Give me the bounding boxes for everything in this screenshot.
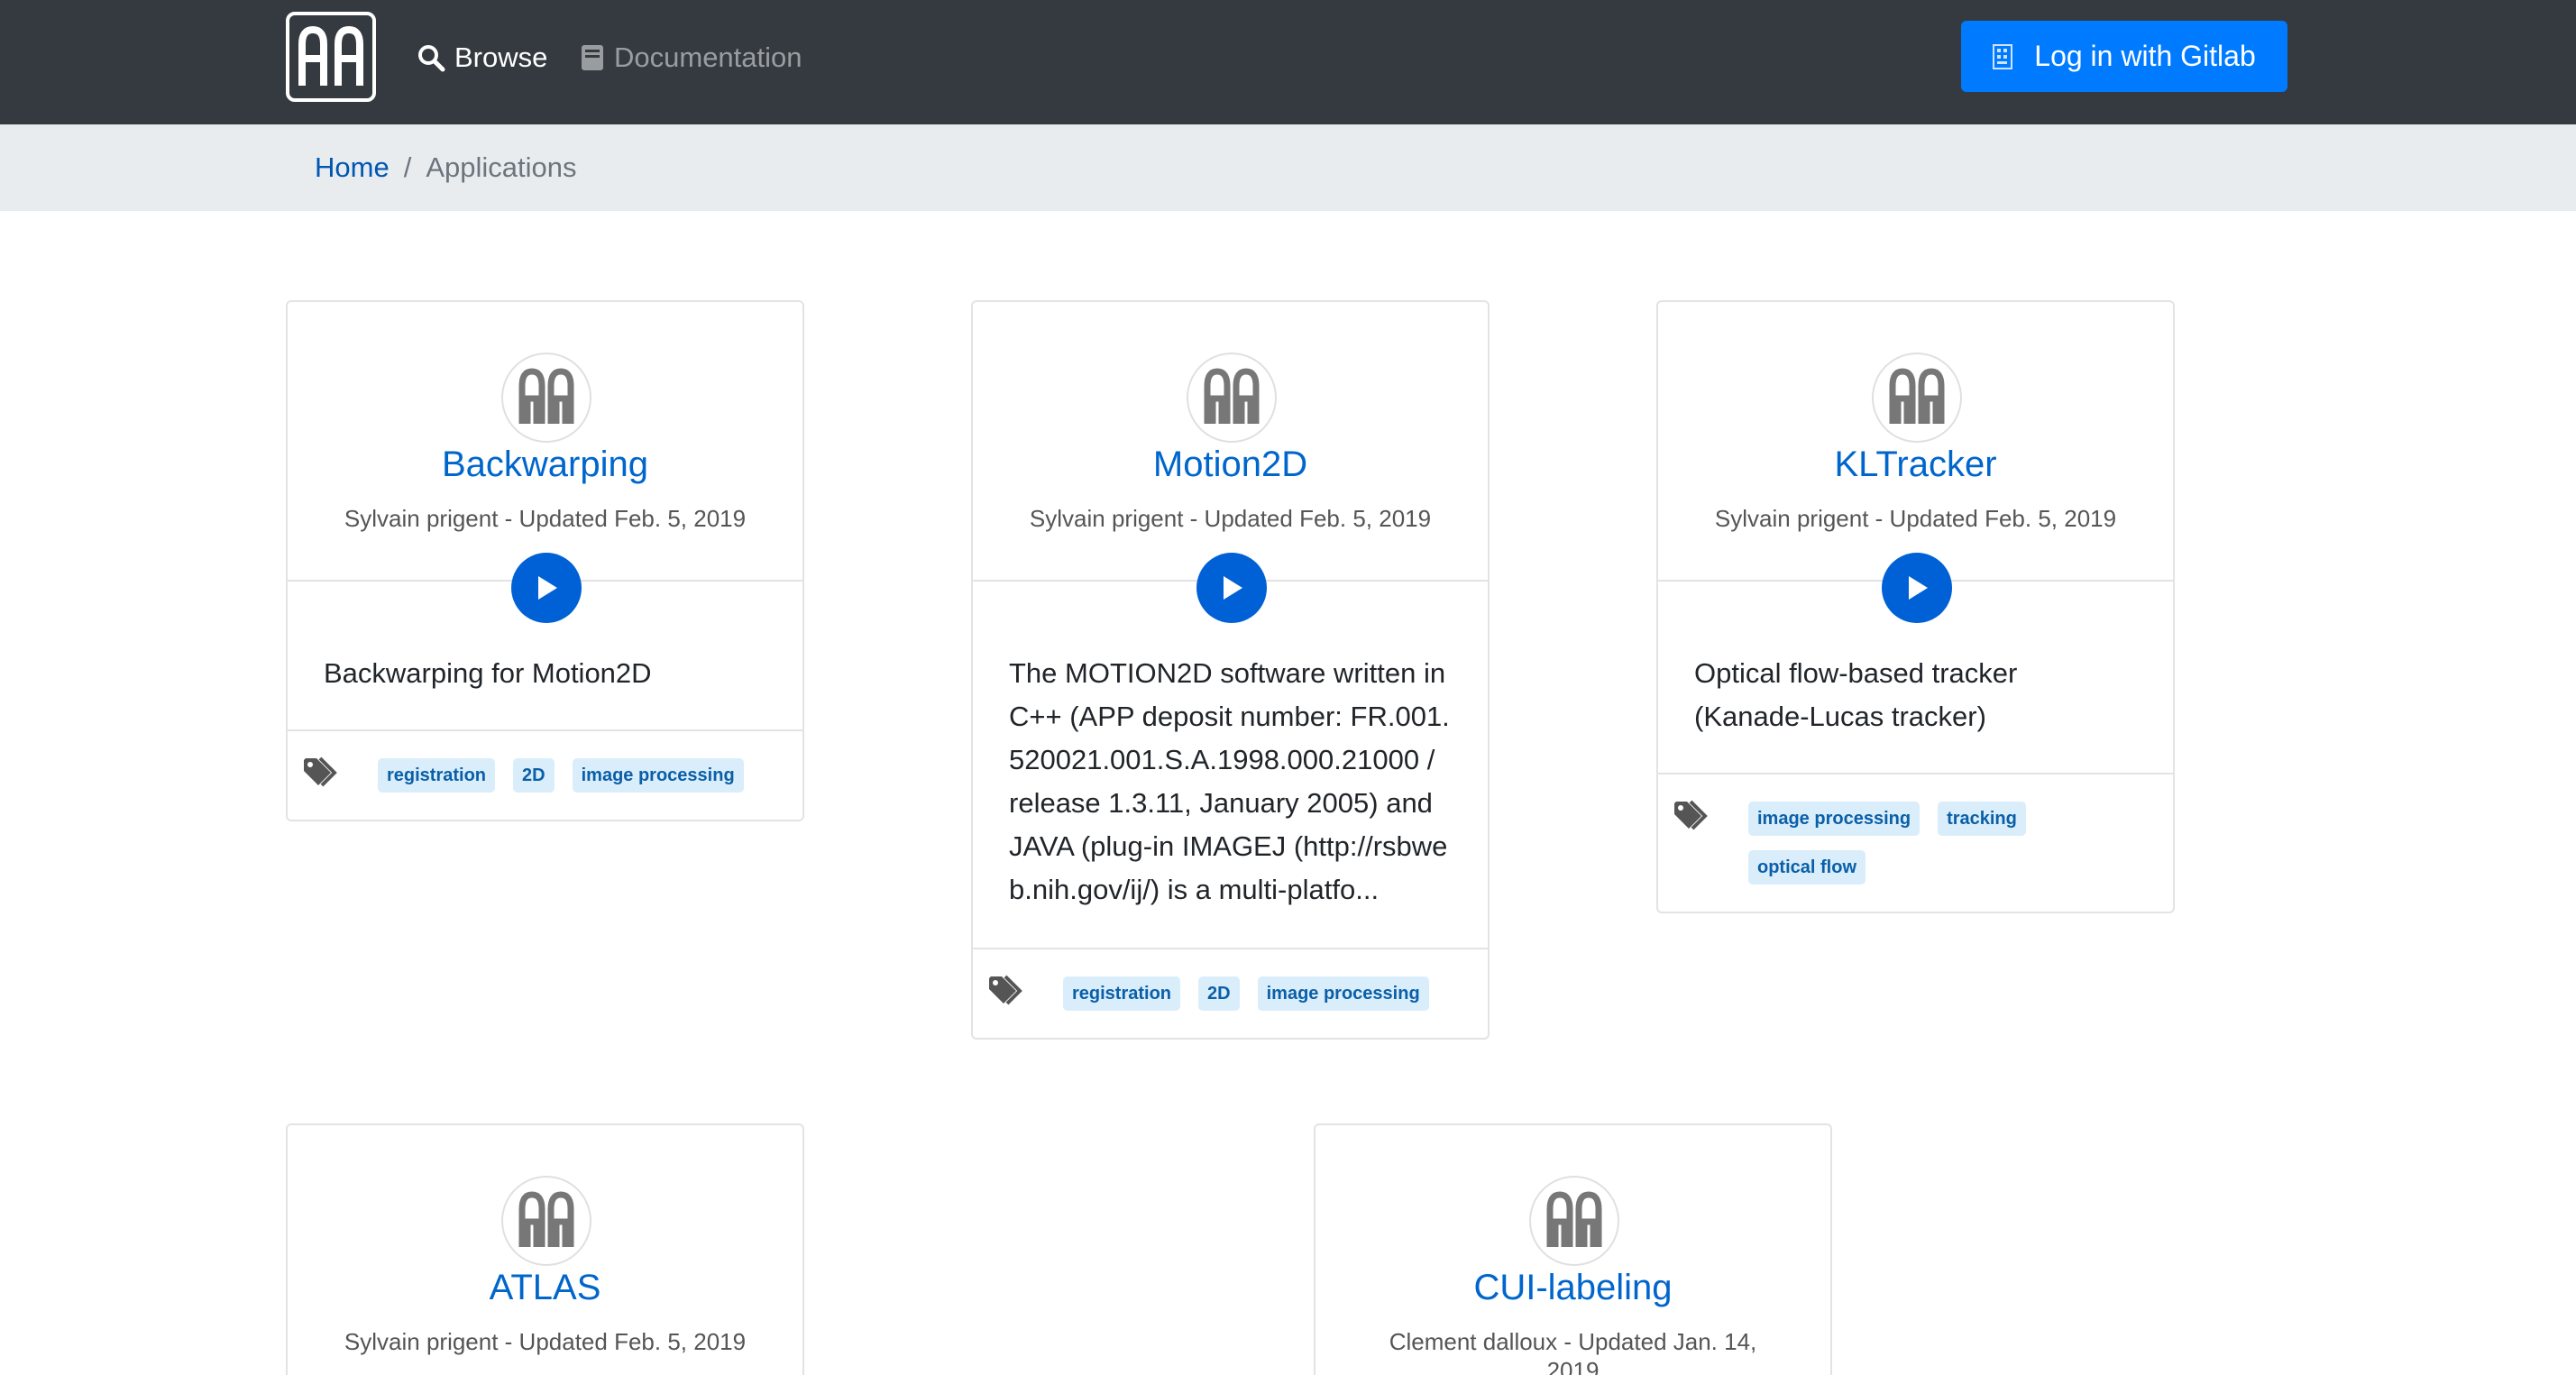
tag[interactable]: image processing <box>572 758 744 793</box>
app-avatar <box>1872 353 1962 443</box>
app-meta: Sylvain prigent - Updated Feb. 5, 2019 <box>1029 505 1432 532</box>
play-icon <box>1909 576 1928 600</box>
app-avatar <box>501 1176 591 1266</box>
card-footer: registration 2D image processing <box>288 729 802 820</box>
aa-logo-icon <box>1545 1189 1604 1252</box>
card-header: Backwarping Sylvain prigent - Updated Fe… <box>288 302 802 623</box>
aa-logo-icon <box>517 366 576 429</box>
brand-logo[interactable] <box>286 12 376 102</box>
search-icon <box>418 45 445 72</box>
play-icon <box>1224 576 1242 600</box>
run-app-button[interactable] <box>1882 553 1952 623</box>
app-card-atlas: ATLAS Sylvain prigent - Updated Feb. 5, … <box>286 1123 804 1375</box>
app-meta: Sylvain prigent - Updated Feb. 5, 2019 <box>344 505 747 532</box>
tag[interactable]: registration <box>378 758 496 793</box>
card-header: ATLAS Sylvain prigent - Updated Feb. 5, … <box>288 1125 802 1375</box>
app-card-cui-labeling: CUI-labeling Clement dalloux - Updated J… <box>1314 1123 1832 1375</box>
app-title[interactable]: CUI-labeling <box>1316 1268 1830 1308</box>
breadcrumb-current: Applications <box>426 151 577 183</box>
tag[interactable]: optical flow <box>1748 850 1866 885</box>
card-header: KLTracker Sylvain prigent - Updated Feb.… <box>1658 302 2173 623</box>
app-card-kltracker: KLTracker Sylvain prigent - Updated Feb.… <box>1656 300 2175 913</box>
breadcrumb-home[interactable]: Home <box>315 151 390 184</box>
tag[interactable]: tracking <box>1938 802 2026 836</box>
navbar: Browse Documentation Log in with Gitlab <box>0 0 2576 124</box>
card-footer: image processing tracking optical flow <box>1658 773 2173 912</box>
play-icon <box>538 576 557 600</box>
app-title[interactable]: Backwarping <box>288 445 802 485</box>
app-meta: Clement dalloux - Updated Jan. 14, 2019 <box>1389 1328 1757 1375</box>
breadcrumb-separator: / <box>403 151 412 183</box>
card-footer: registration 2D image processing <box>973 948 1488 1038</box>
tags-icon <box>304 756 337 787</box>
tag-list: image processing tracking optical flow <box>1748 796 2091 894</box>
run-app-button[interactable] <box>511 553 582 623</box>
nav-documentation[interactable]: Documentation <box>580 36 802 79</box>
tag[interactable]: registration <box>1063 976 1181 1011</box>
login-gitlab-button[interactable]: Log in with Gitlab <box>1961 21 2287 92</box>
app-card-motion2d: Motion2D Sylvain prigent - Updated Feb. … <box>971 300 1490 1040</box>
app-card-backwarping: Backwarping Sylvain prigent - Updated Fe… <box>286 300 804 821</box>
nav-browse-label: Browse <box>454 41 548 73</box>
nav-browse[interactable]: Browse <box>417 36 547 79</box>
app-title[interactable]: ATLAS <box>288 1268 802 1308</box>
aa-logo-icon <box>298 25 363 86</box>
aa-logo-icon <box>1887 366 1947 429</box>
aa-logo-icon <box>517 1189 576 1252</box>
card-header: Motion2D Sylvain prigent - Updated Feb. … <box>973 302 1488 623</box>
tag[interactable]: image processing <box>1257 976 1429 1011</box>
aa-logo-icon <box>1202 366 1261 429</box>
app-meta: Sylvain prigent - Updated Feb. 5, 2019 <box>344 1328 747 1355</box>
gitlab-icon <box>1993 43 2013 69</box>
app-title[interactable]: KLTracker <box>1658 445 2173 485</box>
nav-documentation-label: Documentation <box>614 41 802 73</box>
card-header: CUI-labeling Clement dalloux - Updated J… <box>1316 1125 1830 1375</box>
app-description: The MOTION2D software written in C++ (AP… <box>1009 657 1450 905</box>
tag[interactable]: image processing <box>1748 802 1921 836</box>
app-avatar <box>1187 353 1277 443</box>
login-button-label: Log in with Gitlab <box>2034 40 2256 72</box>
tags-icon <box>1674 800 1708 830</box>
breadcrumb: Home / Applications <box>0 124 2576 211</box>
run-app-button[interactable] <box>1196 553 1267 623</box>
tags-icon <box>989 975 1022 1005</box>
tag[interactable]: 2D <box>1198 976 1240 1011</box>
app-avatar <box>1529 1176 1619 1266</box>
app-meta: Sylvain prigent - Updated Feb. 5, 2019 <box>1714 505 2117 532</box>
tag[interactable]: 2D <box>513 758 555 793</box>
app-title[interactable]: Motion2D <box>973 445 1488 485</box>
book-icon <box>582 45 603 70</box>
app-avatar <box>501 353 591 443</box>
tag-list: registration 2D image processing <box>1063 971 1447 1020</box>
tag-list: registration 2D image processing <box>378 753 762 802</box>
